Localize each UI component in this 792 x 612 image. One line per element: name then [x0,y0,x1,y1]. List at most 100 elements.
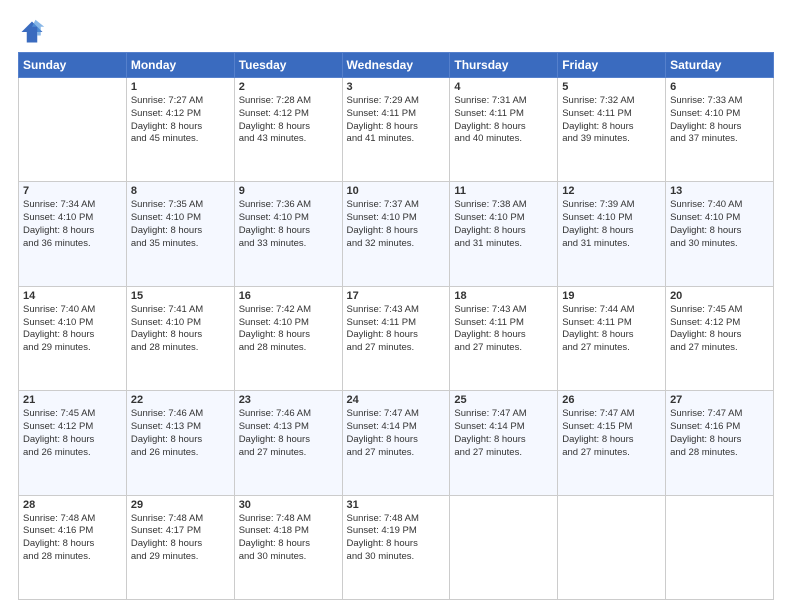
day-number: 21 [23,394,122,406]
cell-info: Sunrise: 7:32 AM Sunset: 4:11 PM Dayligh… [562,95,661,146]
logo-icon [18,18,46,46]
weekday-header: Thursday [450,53,558,78]
calendar-cell: 30Sunrise: 7:48 AM Sunset: 4:18 PM Dayli… [234,495,342,599]
day-number: 13 [670,185,769,197]
calendar-cell [666,495,774,599]
calendar-cell: 31 Sunrise: 7:48 AM Sunset: 4:19 PM Dayli… [342,495,450,599]
weekday-header: Wednesday [342,53,450,78]
day-number: 6 [670,81,769,93]
calendar-week-row: 21 Sunrise: 7:45 AM Sunset: 4:12 PM Dayli… [19,391,774,495]
day-number: 23 [239,394,338,406]
cell-info: Sunrise: 7:47 AM Sunset: 4:15 PM Dayligh… [562,408,661,459]
cell-info: Sunrise: 7:37 AM Sunset: 4:10 PM Dayligh… [347,199,446,250]
cell-info: Sunrise: 7:48 AM Sunset: 4:16 PM Dayligh… [23,513,122,564]
calendar-cell: 29 Sunrise: 7:48 AM Sunset: 4:17 PM Dayli… [126,495,234,599]
calendar-cell: 15Sunrise: 7:41 AM Sunset: 4:10 PM Dayli… [126,286,234,390]
calendar-cell: 18Sunrise: 7:43 AM Sunset: 4:11 PM Dayli… [450,286,558,390]
day-number: 26 [562,394,661,406]
calendar-cell: 11Sunrise: 7:38 AM Sunset: 4:10 PM Dayli… [450,182,558,286]
day-number: 2 [239,81,338,93]
calendar-cell: 10 Sunrise: 7:37 AM Sunset: 4:10 PM Dayli… [342,182,450,286]
cell-info: Sunrise: 7:29 AM Sunset: 4:11 PM Dayligh… [347,95,446,146]
day-number: 8 [131,185,230,197]
calendar-week-row: 28 Sunrise: 7:48 AM Sunset: 4:16 PM Dayli… [19,495,774,599]
calendar-cell: 20 Sunrise: 7:45 AM Sunset: 4:12 PM Dayli… [666,286,774,390]
calendar-cell: 22 Sunrise: 7:46 AM Sunset: 4:13 PM Dayli… [126,391,234,495]
calendar-week-row: 1 Sunrise: 7:27 AM Sunset: 4:12 PM Daylig… [19,78,774,182]
day-number: 28 [23,499,122,511]
day-number: 1 [131,81,230,93]
calendar-cell: 1 Sunrise: 7:27 AM Sunset: 4:12 PM Daylig… [126,78,234,182]
cell-info: Sunrise: 7:45 AM Sunset: 4:12 PM Dayligh… [23,408,122,459]
cell-info: Sunrise: 7:43 AM Sunset: 4:11 PM Dayligh… [347,304,446,355]
cell-info: Sunrise: 7:43 AM Sunset: 4:11 PM Dayligh… [454,304,553,355]
calendar-cell [558,495,666,599]
calendar-week-row: 14 Sunrise: 7:40 AM Sunset: 4:10 PM Dayli… [19,286,774,390]
cell-info: Sunrise: 7:46 AM Sunset: 4:13 PM Dayligh… [131,408,230,459]
calendar-cell: 4 Sunrise: 7:31 AM Sunset: 4:11 PM Daylig… [450,78,558,182]
day-number: 9 [239,185,338,197]
calendar-cell [450,495,558,599]
calendar-cell: 26 Sunrise: 7:47 AM Sunset: 4:15 PM Dayli… [558,391,666,495]
cell-info: Sunrise: 7:33 AM Sunset: 4:10 PM Dayligh… [670,95,769,146]
calendar-cell: 13Sunrise: 7:40 AM Sunset: 4:10 PM Dayli… [666,182,774,286]
page: SundayMondayTuesdayWednesdayThursdayFrid… [0,0,792,612]
calendar-cell: 23 Sunrise: 7:46 AM Sunset: 4:13 PM Dayli… [234,391,342,495]
cell-info: Sunrise: 7:46 AM Sunset: 4:13 PM Dayligh… [239,408,338,459]
day-number: 31 [347,499,446,511]
calendar-cell: 21 Sunrise: 7:45 AM Sunset: 4:12 PM Dayli… [19,391,127,495]
day-number: 14 [23,290,122,302]
weekday-header: Friday [558,53,666,78]
calendar-cell: 6 Sunrise: 7:33 AM Sunset: 4:10 PM Daylig… [666,78,774,182]
weekday-header: Saturday [666,53,774,78]
calendar-cell [19,78,127,182]
day-number: 11 [454,185,553,197]
calendar-cell: 3 Sunrise: 7:29 AM Sunset: 4:11 PM Daylig… [342,78,450,182]
day-number: 7 [23,185,122,197]
cell-info: Sunrise: 7:47 AM Sunset: 4:14 PM Dayligh… [454,408,553,459]
calendar-cell: 2Sunrise: 7:28 AM Sunset: 4:12 PM Daylig… [234,78,342,182]
calendar-cell: 8 Sunrise: 7:35 AM Sunset: 4:10 PM Daylig… [126,182,234,286]
cell-info: Sunrise: 7:35 AM Sunset: 4:10 PM Dayligh… [131,199,230,250]
day-number: 22 [131,394,230,406]
day-number: 29 [131,499,230,511]
day-number: 17 [347,290,446,302]
cell-info: Sunrise: 7:45 AM Sunset: 4:12 PM Dayligh… [670,304,769,355]
day-number: 5 [562,81,661,93]
calendar-cell: 17 Sunrise: 7:43 AM Sunset: 4:11 PM Dayli… [342,286,450,390]
day-number: 10 [347,185,446,197]
day-number: 4 [454,81,553,93]
day-number: 25 [454,394,553,406]
cell-info: Sunrise: 7:31 AM Sunset: 4:11 PM Dayligh… [454,95,553,146]
calendar-cell: 14 Sunrise: 7:40 AM Sunset: 4:10 PM Dayli… [19,286,127,390]
day-number: 15 [131,290,230,302]
day-number: 24 [347,394,446,406]
cell-info: Sunrise: 7:39 AM Sunset: 4:10 PM Dayligh… [562,199,661,250]
day-number: 30 [239,499,338,511]
calendar-header-row: SundayMondayTuesdayWednesdayThursdayFrid… [19,53,774,78]
cell-info: Sunrise: 7:48 AM Sunset: 4:19 PM Dayligh… [347,513,446,564]
weekday-header: Sunday [19,53,127,78]
header [18,18,774,46]
cell-info: Sunrise: 7:40 AM Sunset: 4:10 PM Dayligh… [23,304,122,355]
cell-info: Sunrise: 7:36 AM Sunset: 4:10 PM Dayligh… [239,199,338,250]
cell-info: Sunrise: 7:44 AM Sunset: 4:11 PM Dayligh… [562,304,661,355]
cell-info: Sunrise: 7:47 AM Sunset: 4:16 PM Dayligh… [670,408,769,459]
calendar-cell: 28 Sunrise: 7:48 AM Sunset: 4:16 PM Dayli… [19,495,127,599]
calendar-week-row: 7Sunrise: 7:34 AM Sunset: 4:10 PM Daylig… [19,182,774,286]
day-number: 12 [562,185,661,197]
calendar-cell: 7Sunrise: 7:34 AM Sunset: 4:10 PM Daylig… [19,182,127,286]
day-number: 16 [239,290,338,302]
calendar-cell: 27 Sunrise: 7:47 AM Sunset: 4:16 PM Dayli… [666,391,774,495]
day-number: 3 [347,81,446,93]
weekday-header: Monday [126,53,234,78]
cell-info: Sunrise: 7:27 AM Sunset: 4:12 PM Dayligh… [131,95,230,146]
day-number: 20 [670,290,769,302]
cell-info: Sunrise: 7:47 AM Sunset: 4:14 PM Dayligh… [347,408,446,459]
calendar-cell: 12 Sunrise: 7:39 AM Sunset: 4:10 PM Dayli… [558,182,666,286]
cell-info: Sunrise: 7:48 AM Sunset: 4:17 PM Dayligh… [131,513,230,564]
logo [18,18,50,46]
calendar-cell: 25 Sunrise: 7:47 AM Sunset: 4:14 PM Dayli… [450,391,558,495]
day-number: 27 [670,394,769,406]
calendar-cell: 9 Sunrise: 7:36 AM Sunset: 4:10 PM Daylig… [234,182,342,286]
